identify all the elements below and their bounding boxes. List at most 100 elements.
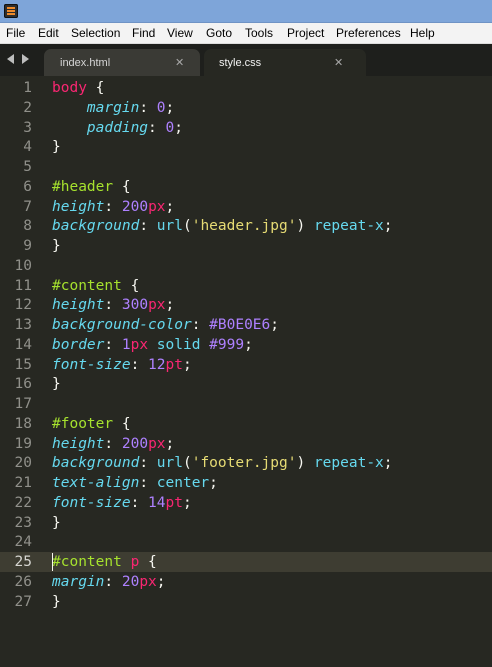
menu-goto[interactable]: Goto bbox=[206, 26, 232, 40]
code-line[interactable]: } bbox=[52, 236, 61, 256]
menu-edit[interactable]: Edit bbox=[38, 26, 59, 40]
line-number: 26 bbox=[14, 573, 32, 590]
code-token: body bbox=[52, 80, 87, 96]
code-line[interactable]: font-size: 14pt; bbox=[52, 493, 192, 513]
code-line[interactable]: border: 1px solid #999; bbox=[52, 335, 253, 355]
code-line[interactable]: } bbox=[52, 592, 61, 612]
code-token: ) bbox=[296, 218, 314, 235]
line-number: 7 bbox=[23, 198, 32, 215]
code-line[interactable]: height: 200px; bbox=[52, 197, 174, 217]
menu-selection[interactable]: Selection bbox=[71, 26, 120, 40]
tab-label: index.html bbox=[60, 57, 111, 69]
menu-find[interactable]: Find bbox=[132, 26, 155, 40]
code-token: 0 bbox=[165, 119, 175, 136]
line-number: 2 bbox=[23, 99, 32, 116]
line-number: 13 bbox=[14, 317, 32, 333]
code-line[interactable]: #content { bbox=[52, 276, 139, 296]
code-line[interactable]: } bbox=[52, 513, 61, 533]
code-line[interactable]: #header { bbox=[52, 177, 131, 197]
code-token: px bbox=[148, 435, 166, 452]
sublime-text-app-icon[interactable] bbox=[4, 4, 18, 18]
menu-view[interactable]: View bbox=[167, 26, 193, 40]
menu-project[interactable]: Project bbox=[287, 26, 324, 40]
code-token: p bbox=[130, 554, 140, 570]
code-line[interactable]: background: url('header.jpg') repeat-x; bbox=[52, 216, 393, 236]
code-token: margin bbox=[86, 99, 140, 116]
code-token: px bbox=[139, 573, 157, 590]
line-number: 22 bbox=[14, 494, 32, 511]
line-number: 16 bbox=[14, 376, 32, 393]
menu-file[interactable]: File bbox=[6, 26, 25, 40]
code-line[interactable]: height: 200px; bbox=[52, 434, 174, 454]
line-number: 1 bbox=[23, 80, 32, 96]
code-line[interactable]: padding: 0; bbox=[52, 118, 183, 138]
code-line[interactable]: text-align: center; bbox=[52, 473, 218, 493]
code-token: url bbox=[156, 455, 183, 472]
code-token: center bbox=[156, 475, 210, 491]
code-editor[interactable]: 1 2 3 4 5 6 7 8 9 10 11 12 13 14 15 16 17 18 19 20 21 22 23 24 2… bbox=[0, 76, 492, 667]
tab-style-css[interactable]: style.css ✕ bbox=[204, 49, 366, 76]
menu-preferences[interactable]: Preferences bbox=[336, 26, 401, 40]
code-token: ; bbox=[182, 356, 192, 373]
menu-tools[interactable]: Tools bbox=[245, 26, 273, 40]
line-number: 17 bbox=[14, 396, 32, 412]
code-token: ; bbox=[165, 99, 175, 116]
code-token: ; bbox=[383, 218, 393, 235]
code-token: border bbox=[52, 336, 105, 353]
line-number: 9 bbox=[23, 238, 32, 254]
previous-tab-arrow-icon[interactable] bbox=[7, 54, 14, 64]
text-cursor bbox=[52, 553, 53, 571]
code-token: font-size bbox=[52, 356, 131, 373]
next-tab-arrow-icon[interactable] bbox=[22, 54, 29, 64]
code-token: 'footer.jpg' bbox=[191, 455, 297, 472]
menu-help[interactable]: Help bbox=[410, 26, 435, 40]
tab-index-html[interactable]: index.html ✕ bbox=[44, 49, 200, 76]
code-token: } bbox=[52, 238, 61, 254]
code-line[interactable]: body { bbox=[52, 78, 104, 98]
code-token: ; bbox=[165, 435, 175, 452]
code-token: #999 bbox=[209, 336, 245, 353]
code-token: : bbox=[130, 356, 149, 373]
code-line[interactable]: margin: 0; bbox=[52, 98, 174, 118]
code-line[interactable]: #content p { bbox=[52, 552, 157, 572]
code-line[interactable]: background: url('footer.jpg') repeat-x; bbox=[52, 453, 393, 473]
code-token: : bbox=[104, 435, 122, 452]
code-token: 300 bbox=[121, 297, 149, 314]
code-token: pt bbox=[165, 356, 183, 373]
code-token: 200 bbox=[121, 435, 149, 452]
code-token: text-align bbox=[52, 475, 140, 491]
code-token: ; bbox=[165, 297, 175, 314]
code-token: : bbox=[148, 119, 166, 136]
code-token: ; bbox=[244, 336, 253, 353]
code-token: height bbox=[52, 297, 105, 314]
code-line[interactable]: background-color: #B0E0E6; bbox=[52, 315, 279, 335]
line-number: 11 bbox=[14, 277, 32, 294]
code-line[interactable]: #footer { bbox=[52, 414, 131, 434]
code-line[interactable]: font-size: 12pt; bbox=[52, 355, 192, 375]
code-token: 0 bbox=[156, 99, 166, 116]
line-number: 27 bbox=[14, 593, 32, 610]
code-token: background bbox=[52, 455, 140, 472]
close-icon[interactable]: ✕ bbox=[175, 56, 184, 69]
close-icon[interactable]: ✕ bbox=[334, 56, 343, 69]
code-line[interactable]: } bbox=[52, 137, 61, 157]
code-token: 20 bbox=[121, 573, 140, 590]
line-number: 20 bbox=[14, 455, 32, 472]
code-token: : bbox=[130, 494, 149, 511]
code-token: font-size bbox=[52, 494, 131, 511]
code-token: #footer bbox=[52, 415, 114, 432]
code-line[interactable]: } bbox=[52, 374, 61, 394]
code-token: { bbox=[121, 277, 140, 294]
code-token: px bbox=[130, 336, 149, 353]
code-token: padding bbox=[86, 119, 149, 136]
title-bar bbox=[0, 0, 492, 23]
code-line[interactable]: margin: 20px; bbox=[52, 572, 166, 592]
code-token: pt bbox=[165, 494, 183, 511]
code-line[interactable]: height: 300px; bbox=[52, 295, 174, 315]
line-number: 19 bbox=[14, 435, 32, 452]
code-token: repeat-x bbox=[313, 455, 384, 472]
line-number: 15 bbox=[14, 356, 32, 373]
